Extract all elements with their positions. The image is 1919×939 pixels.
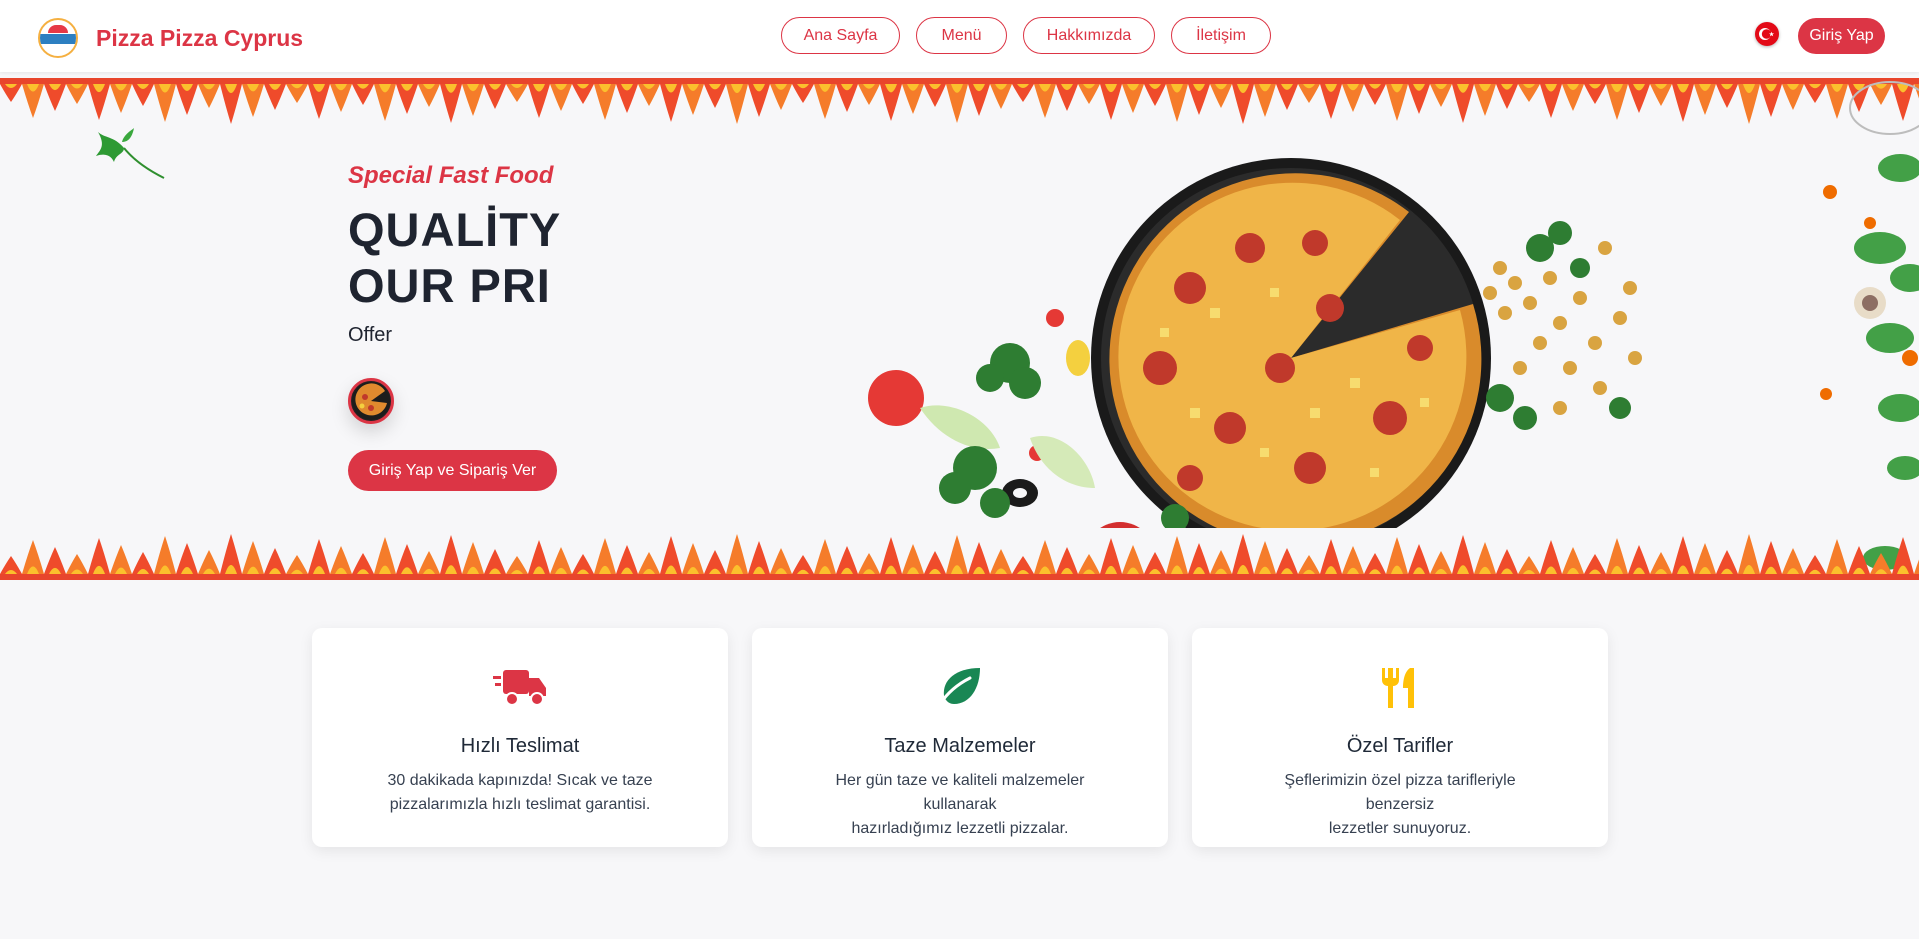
feature-title: Taze Malzemeler [884, 735, 1036, 757]
feature-description-line: Her gün taze ve kaliteli malzemeler kull… [835, 772, 1085, 813]
turkey-flag-icon[interactable] [1755, 22, 1779, 46]
nav-contact[interactable]: İletişim [1171, 17, 1271, 54]
hero-headline-line1: QUALİTY [348, 203, 562, 256]
nav-home[interactable]: Ana Sayfa [781, 17, 900, 54]
leaf-icon [938, 668, 980, 706]
hero-text: Special Fast Food QUALİTY OUR PRI Offer [348, 162, 561, 347]
feature-card-delivery: Hızlı Teslimat 30 dakikada kapınızda! Sı… [312, 628, 728, 847]
feature-card-recipes: Özel Tarifler Şeflerimizin özel pizza ta… [1192, 628, 1608, 847]
pizza-thumbnail[interactable] [348, 378, 394, 424]
feature-title: Hızlı Teslimat [460, 735, 580, 757]
hero-headline-line2: OUR PRI [348, 259, 551, 312]
flame-shape [1914, 559, 1919, 574]
hero-tagline: Special Fast Food [348, 162, 554, 189]
brand[interactable]: Pizza Pizza Cyprus [38, 18, 303, 58]
parsley-decoration [96, 128, 165, 179]
feature-title: Özel Tarifler [1346, 735, 1454, 757]
pizza-hero-image [868, 158, 1642, 528]
feature-description-line: Şeflerimizin özel pizza tarifleriyle ben… [1284, 772, 1516, 813]
hero-headline: QUALİTY OUR PRI [348, 202, 561, 314]
brand-logo[interactable] [38, 18, 78, 58]
feature-description: Her gün taze ve kaliteli malzemeler kull… [812, 769, 1108, 841]
flames-bottom-decoration [0, 534, 1919, 580]
feature-description-line: 30 dakikada kapınızda! Sıcak ve taze [387, 772, 653, 789]
delivery-truck-icon [493, 670, 546, 706]
feature-description-line: lezzetler sunuyoruz. [1328, 820, 1472, 837]
hero-subline: Offer [348, 324, 393, 346]
nav-menu[interactable]: Menü [916, 17, 1007, 54]
login-and-order-button[interactable]: Giriş Yap ve Sipariş Ver [348, 450, 557, 491]
hero-section: Special Fast Food QUALİTY OUR PRI Offer … [0, 78, 1919, 580]
login-button[interactable]: Giriş Yap [1798, 18, 1885, 54]
vegetables-decoration [1820, 81, 1919, 570]
navbar: Pizza Pizza Cyprus Ana Sayfa Menü Hakkım… [0, 0, 1919, 72]
brand-name[interactable]: Pizza Pizza Cyprus [96, 25, 303, 52]
feature-description-line: pizzalarımızla hızlı teslimat garantisi. [389, 796, 651, 813]
feature-description: Şeflerimizin özel pizza tarifleriyle ben… [1252, 769, 1548, 841]
utensils-icon [1382, 668, 1414, 708]
feature-description-line: hazırladığımız lezzetli pizzalar. [851, 820, 1069, 837]
feature-description: 30 dakikada kapınızda! Sıcak ve taze piz… [372, 769, 668, 817]
nav-about[interactable]: Hakkımızda [1023, 17, 1155, 54]
main-nav: Ana Sayfa Menü Hakkımızda İletişim [781, 17, 1271, 54]
feature-card-fresh: Taze Malzemeler Her gün taze ve kaliteli… [752, 628, 1168, 847]
